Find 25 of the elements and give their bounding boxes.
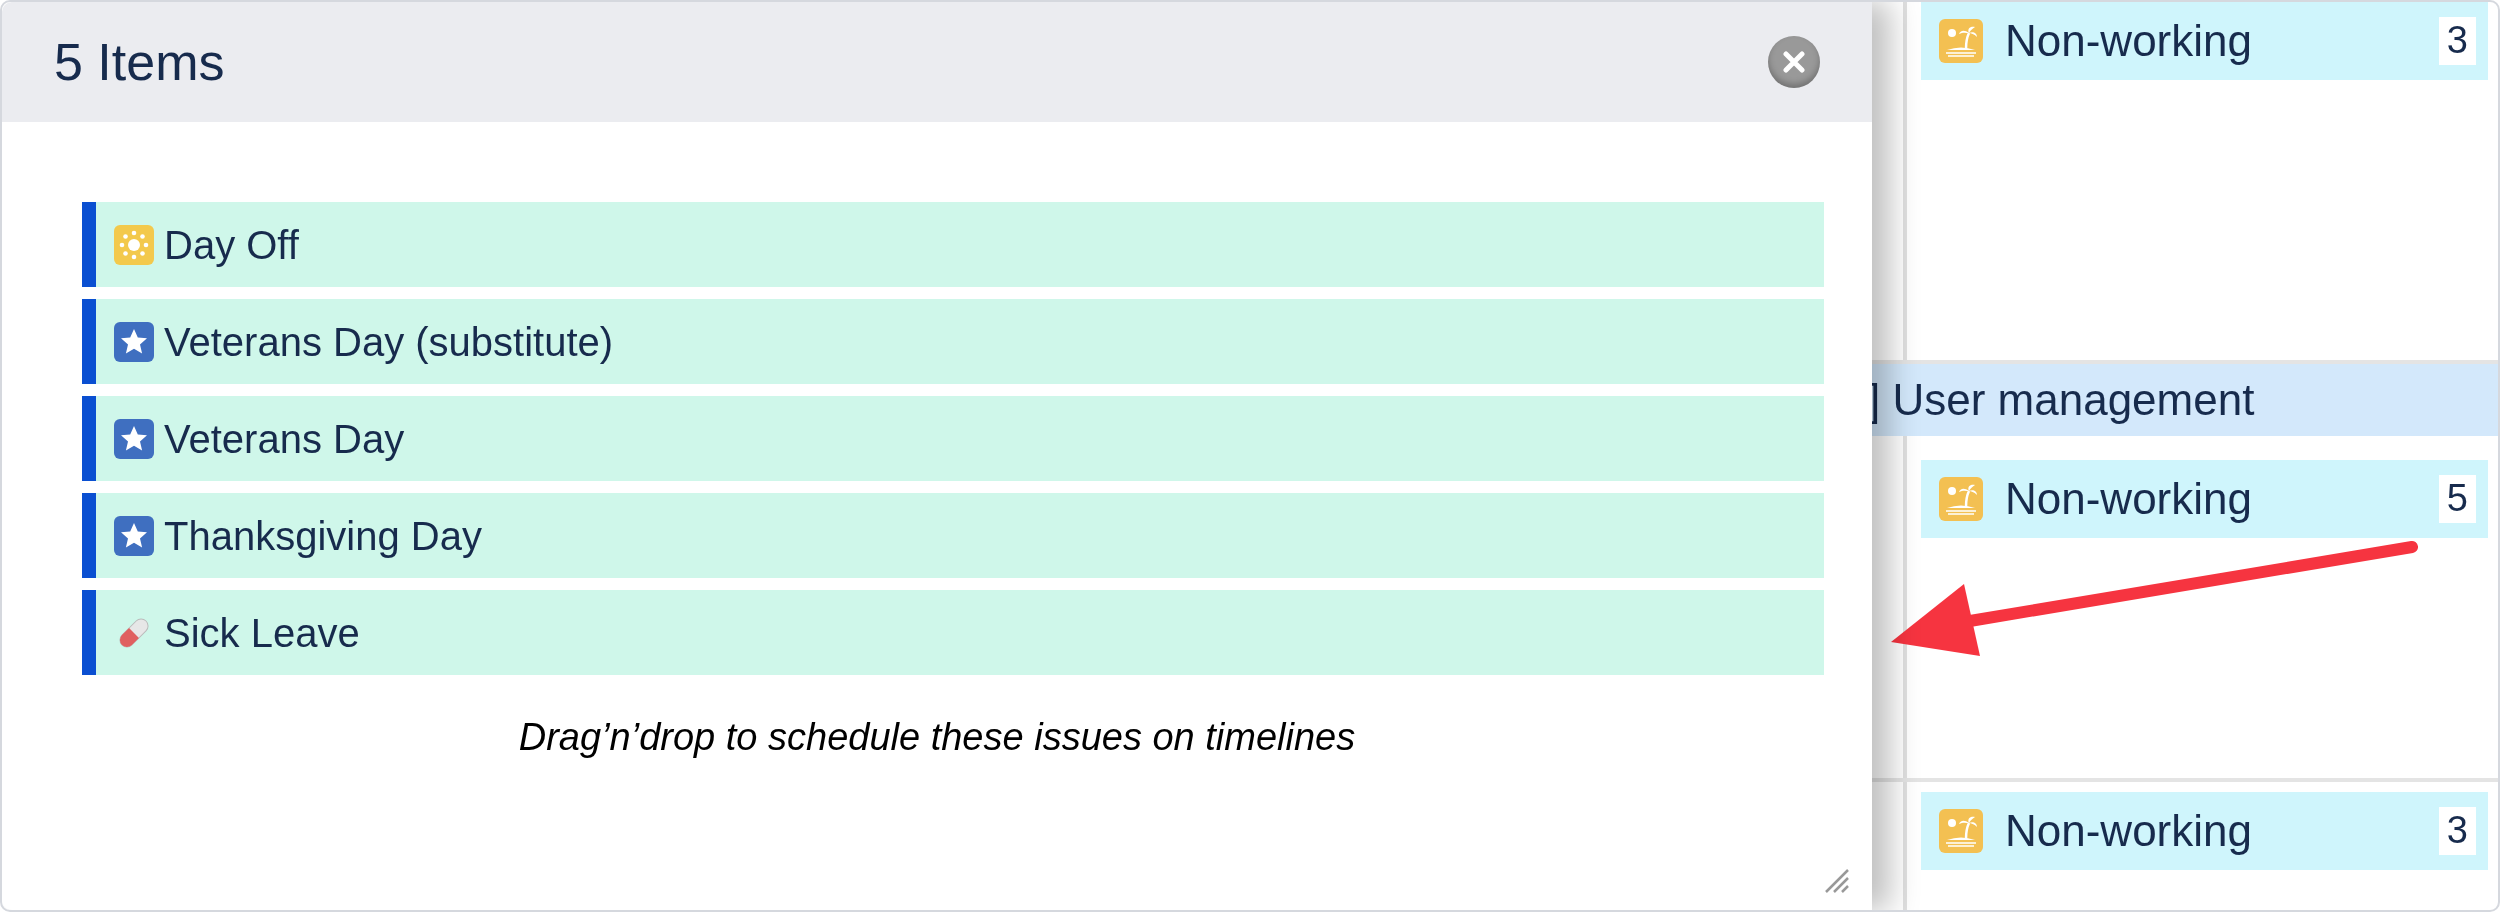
palm-island-icon (1939, 19, 1983, 63)
card-label: Non-working (2005, 805, 2253, 857)
palm-island-icon (1939, 477, 1983, 521)
count-badge: 3 (2438, 17, 2476, 65)
issue-item[interactable]: Veterans Day (substitute) (82, 299, 1824, 384)
close-button[interactable] (1768, 36, 1820, 88)
issue-item[interactable]: Day Off (82, 202, 1824, 287)
drag-hint: Drag’n’drop to schedule these issues on timelines (518, 715, 1356, 760)
issue-item[interactable]: Veterans Day (82, 396, 1824, 481)
card-label: Non-working (2005, 473, 2253, 525)
dialog-title: 5 Items (54, 32, 226, 93)
count-badge: 3 (2438, 807, 2476, 855)
issue-label: Veterans Day (164, 415, 405, 463)
issue-label: Day Off (164, 221, 299, 269)
issue-label: Veterans Day (substitute) (164, 318, 614, 366)
issue-item[interactable]: Thanksgiving Day (82, 493, 1824, 578)
sun-icon (114, 224, 154, 265)
count-badge: 5 (2438, 475, 2476, 523)
card-label: Non-working (2005, 15, 2253, 67)
resize-handle-icon[interactable] (1824, 868, 1850, 894)
close-icon (1783, 51, 1805, 73)
issue-label: Thanksgiving Day (164, 512, 482, 560)
issue-label: Sick Leave (164, 609, 360, 657)
palm-island-icon (1939, 809, 1983, 853)
issue-item[interactable]: Sick Leave (82, 590, 1824, 675)
